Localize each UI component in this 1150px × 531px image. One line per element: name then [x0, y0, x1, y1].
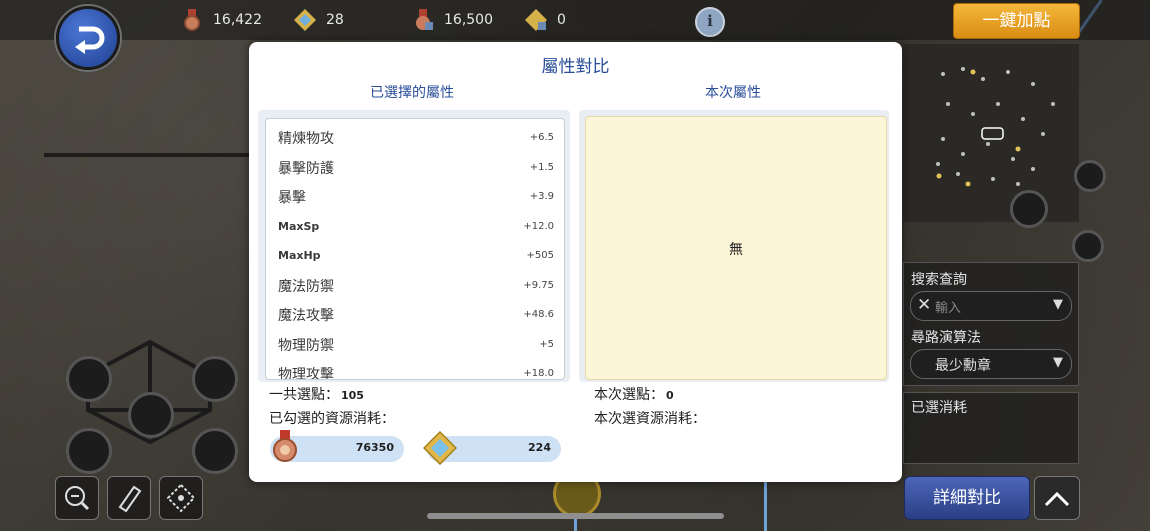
- minimap-nodes: [936, 67, 1055, 187]
- locked-medal-icon: [416, 9, 433, 30]
- empty-state-text: 無: [729, 242, 743, 258]
- resource-locked-medal: 16,500: [412, 8, 493, 32]
- attribute-value: +3.9: [529, 191, 554, 202]
- cost-cross-gem: 224: [423, 431, 561, 465]
- collapse-button[interactable]: [1034, 476, 1080, 520]
- attribute-row: 精煉物攻 +6.5: [278, 123, 554, 152]
- attribute-row: 魔法攻擊 +48.6: [278, 300, 554, 329]
- map-node-icon[interactable]: [1010, 190, 1048, 228]
- algorithm-label: 尋路演算法: [911, 330, 981, 346]
- attribute-name: 物理防禦: [278, 337, 334, 354]
- attribute-value: +5: [539, 339, 554, 350]
- tree-connector: [44, 153, 250, 157]
- resource-locked-cross-gem: 0: [525, 8, 566, 32]
- medal-icon: [184, 9, 200, 31]
- zoom-out-icon: [65, 486, 90, 511]
- attribute-name: 物理攻擊: [278, 366, 334, 380]
- total-points-label: 一共選點：: [269, 387, 339, 403]
- back-button[interactable]: [56, 6, 120, 70]
- chevron-down-icon: ▼: [1053, 355, 1063, 370]
- search-panel: 搜索查詢 ✕ 輸入 ▼ 尋路演算法 最少勳章 ▼: [903, 262, 1079, 386]
- attribute-name: MaxHp: [278, 249, 321, 262]
- search-input[interactable]: ✕ 輸入 ▼: [910, 291, 1072, 321]
- tree-connector-blue: [764, 482, 767, 531]
- resource-value: 16,422: [213, 12, 262, 28]
- total-points-value: 105: [341, 389, 364, 402]
- chevron-down-icon: ▼: [1053, 297, 1063, 312]
- dialog-title: 屬性對比: [541, 57, 610, 77]
- map-node-icon[interactable]: [1074, 160, 1106, 192]
- eraser-button[interactable]: [107, 476, 151, 520]
- clear-icon[interactable]: ✕: [917, 295, 931, 315]
- attribute-name: 暴擊防護: [278, 160, 334, 177]
- attribute-row: 暴擊防護 +1.5: [278, 153, 554, 182]
- cross-gem-icon: [294, 9, 316, 31]
- cost-value: 76350: [355, 441, 394, 454]
- selected-attributes-list[interactable]: 精煉物攻 +6.5 暴擊防護 +1.5 暴擊 +3.9 MaxSp +12.0 …: [265, 118, 565, 380]
- attribute-name: 魔法防禦: [278, 278, 334, 295]
- search-placeholder: 輸入: [935, 301, 962, 316]
- attribute-row: MaxHp +505: [278, 241, 554, 270]
- cost-value: 224: [528, 441, 551, 454]
- attribute-value: +1.5: [529, 162, 554, 173]
- selected-cost-label: 已選消耗: [911, 400, 967, 416]
- medal-icon: [273, 430, 297, 462]
- resource-value: 16,500: [444, 12, 493, 28]
- resource-cross-gem: 28: [294, 8, 344, 32]
- shield-node-icon[interactable]: [66, 356, 112, 402]
- attribute-value: +18.0: [523, 368, 554, 379]
- current-attributes-list: 無: [585, 116, 887, 380]
- home-indicator[interactable]: [427, 513, 724, 519]
- selected-attributes-header: 已選擇的屬性: [370, 85, 454, 101]
- path-select-button[interactable]: [159, 476, 203, 520]
- current-points-label: 本次選點：: [594, 387, 664, 403]
- attribute-name: 魔法攻擊: [278, 307, 334, 324]
- zoom-out-button[interactable]: [55, 476, 99, 520]
- current-attributes-header: 本次屬性: [705, 85, 761, 101]
- info-button[interactable]: i: [695, 7, 725, 37]
- attribute-value: +48.6: [523, 309, 554, 320]
- cross-gem-icon: [423, 431, 457, 465]
- one-click-add-button[interactable]: 一鍵加點: [953, 3, 1080, 39]
- current-cost-label: 本次選資源消耗：: [594, 411, 706, 427]
- attribute-row: 魔法防禦 +9.75: [278, 271, 554, 300]
- attribute-value: +6.5: [529, 132, 554, 143]
- current-points: 本次選點： 0: [594, 384, 674, 404]
- attribute-value: +12.0: [523, 221, 554, 232]
- attribute-value: +505: [526, 250, 554, 261]
- attribute-compare-dialog: 屬性對比 已選擇的屬性 本次屬性 精煉物攻 +6.5 暴擊防護 +1.5 暴擊 …: [249, 42, 902, 482]
- shield-node-icon[interactable]: [128, 392, 174, 438]
- attribute-row: MaxSp +12.0: [278, 212, 554, 241]
- total-points: 一共選點： 105: [269, 384, 364, 404]
- cost-medal: 76350: [270, 430, 404, 462]
- algorithm-value: 最少勳章: [935, 358, 991, 374]
- minimap[interactable]: [903, 44, 1079, 222]
- attribute-name: 精煉物攻: [278, 130, 334, 147]
- eraser-icon: [118, 485, 142, 513]
- map-node-icon[interactable]: [1072, 230, 1104, 262]
- checked-cost-label: 已勾選的資源消耗：: [269, 411, 395, 427]
- resource-value: 28: [326, 12, 344, 28]
- detail-compare-button[interactable]: 詳細對比: [904, 476, 1030, 520]
- current-points-value: 0: [666, 389, 674, 402]
- gear-node-icon[interactable]: [192, 428, 238, 474]
- search-label: 搜索查詢: [911, 272, 967, 288]
- selected-cost-panel: 已選消耗: [903, 392, 1079, 464]
- swords-node-icon[interactable]: [66, 428, 112, 474]
- algorithm-select[interactable]: 最少勳章 ▼: [910, 349, 1072, 379]
- attribute-name: MaxSp: [278, 220, 320, 233]
- attribute-value: +9.75: [523, 280, 554, 291]
- resource-value: 0: [557, 12, 566, 28]
- locked-cross-gem-icon: [525, 9, 547, 31]
- attribute-name: 暴擊: [278, 189, 306, 206]
- attribute-row: 物理攻擊 +18.0: [278, 359, 554, 380]
- resource-medal: 16,422: [181, 8, 262, 32]
- shield-node-icon[interactable]: [192, 356, 238, 402]
- attribute-row: 物理防禦 +5: [278, 330, 554, 359]
- back-arrow-icon: [75, 26, 105, 54]
- chevron-up-icon: [1044, 491, 1070, 507]
- path-select-icon: [166, 483, 196, 513]
- attribute-row: 暴擊 +3.9: [278, 182, 554, 211]
